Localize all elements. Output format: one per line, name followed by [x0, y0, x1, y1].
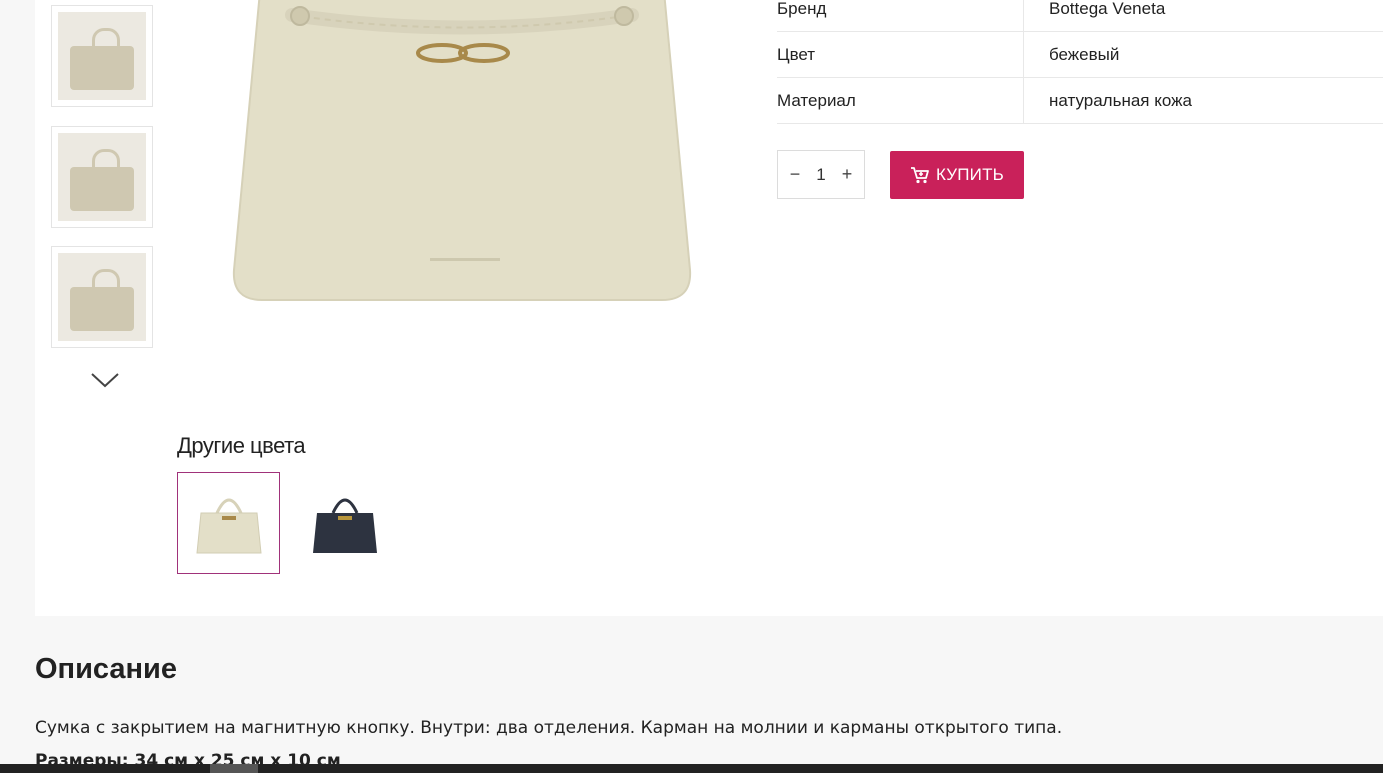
specs-table: Бренд Bottega Veneta Цвет бежевый Матери…	[777, 0, 1383, 124]
spec-value: натуральная кожа	[1049, 90, 1192, 110]
chevron-down-icon	[91, 373, 119, 388]
buy-button[interactable]: КУПИТЬ	[890, 151, 1024, 199]
cart-icon	[910, 167, 929, 184]
buy-button-label: КУПИТЬ	[935, 165, 1005, 184]
bag-thumbnail-dark	[312, 498, 377, 553]
scrollbar-thumb[interactable]	[210, 764, 258, 773]
description-title: Описание	[35, 653, 177, 685]
spec-key: Цвет	[777, 32, 1024, 77]
spec-key: Материал	[777, 78, 1024, 123]
thumbnail-image	[58, 12, 146, 100]
thumbnail-image	[58, 133, 146, 221]
bottom-scrollbar[interactable]	[0, 764, 1383, 773]
color-swatch-beige[interactable]	[177, 472, 280, 574]
main-product-image	[222, 0, 704, 310]
other-colors-title: Другие цвета	[177, 433, 306, 458]
quantity-decrease-button[interactable]: −	[786, 164, 804, 185]
spec-row-brand: Бренд Bottega Veneta	[777, 0, 1383, 32]
quantity-value[interactable]: 1	[816, 165, 825, 185]
spec-key: Бренд	[777, 0, 1024, 31]
spec-value: бежевый	[1049, 44, 1120, 64]
quantity-stepper: − 1 +	[777, 150, 865, 199]
quantity-increase-button[interactable]: +	[838, 164, 856, 185]
thumbnail-3[interactable]	[51, 246, 153, 348]
thumbnail-2[interactable]	[51, 126, 153, 228]
thumbnails-next-button[interactable]	[88, 368, 122, 392]
thumbnail-1[interactable]	[51, 5, 153, 107]
spec-value: Bottega Veneta	[1049, 0, 1166, 18]
bag-thumbnail-beige	[195, 498, 262, 554]
spec-row-color: Цвет бежевый	[777, 32, 1383, 78]
description-text: Сумка с закрытием на магнитную кнопку. В…	[35, 718, 1063, 738]
spec-row-material: Материал натуральная кожа	[777, 78, 1383, 124]
color-swatch-dark[interactable]	[293, 472, 396, 574]
thumbnail-image	[58, 253, 146, 341]
